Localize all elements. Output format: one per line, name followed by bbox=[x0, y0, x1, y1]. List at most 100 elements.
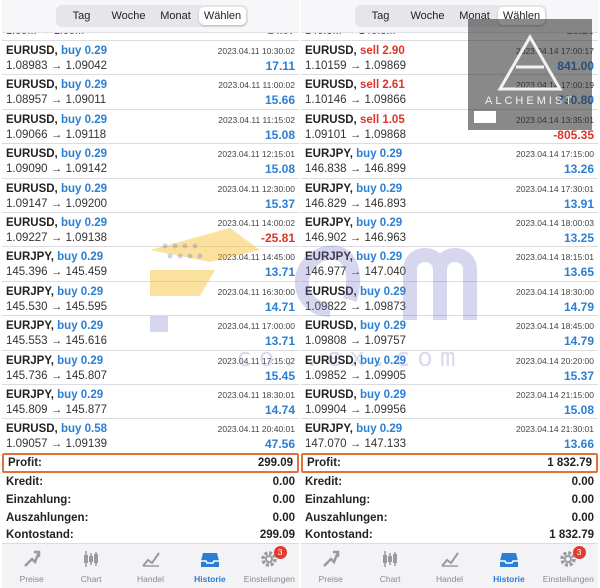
trade-row-partial[interactable]: 1.09... → 1.09... 14.07 bbox=[2, 33, 299, 41]
trade-side: buy 0.29 bbox=[356, 251, 403, 264]
trade-profit: 14.07 bbox=[267, 33, 295, 37]
symbol-name: EURUSD, bbox=[305, 45, 357, 57]
symbol-name: EURUSD, bbox=[6, 45, 58, 57]
trade-time: 2023.04.11 20:40:01 bbox=[217, 424, 295, 435]
summary-value: 0.00 bbox=[272, 476, 295, 488]
symbol-name: EURUSD, bbox=[6, 182, 58, 195]
nav-preise[interactable]: Preise bbox=[301, 544, 360, 588]
tab-wählen[interactable]: Wählen bbox=[199, 7, 246, 25]
symbol-name: EURUSD, bbox=[305, 113, 357, 126]
profit-row: Profit: 1 832.79 bbox=[301, 453, 598, 473]
trade-profit: 14.71 bbox=[264, 299, 295, 314]
trade-side: buy 0.29 bbox=[57, 320, 104, 333]
trade-row[interactable]: EURJPY, buy 0.29 2023.04.11 18:30:01 145.8… bbox=[2, 384, 299, 420]
trade-row[interactable]: EURJPY, buy 0.29 2023.04.14 17:15:00 146.8… bbox=[301, 144, 598, 179]
trade-row[interactable]: EURJPY, buy 0.29 2023.04.11 17:15:02 145.7… bbox=[2, 350, 299, 385]
nav-historie[interactable]: Historie bbox=[180, 544, 239, 588]
trade-row[interactable]: EURUSD, buy 0.29 2023.04.11 12:30:00 1.091… bbox=[2, 178, 299, 213]
trade-symbol: EURUSD, sell 1.05 bbox=[305, 114, 405, 126]
trade-prices: 1.09... → 1.09... bbox=[6, 33, 84, 37]
trade-profit: 15.66 bbox=[264, 93, 295, 108]
trade-time: 2023.04.14 18:15:01 bbox=[516, 252, 594, 263]
trade-profit: 15.45 bbox=[264, 368, 295, 383]
trade-side: buy 0.29 bbox=[60, 148, 107, 161]
symbol-name: EURJPY, bbox=[305, 216, 353, 229]
nav-handel[interactable]: Handel bbox=[420, 544, 479, 588]
trade-row[interactable]: EURUSD, buy 0.29 2023.04.11 10:30:02 1.089… bbox=[2, 41, 299, 76]
trade-symbol: EURUSD, buy 0.29 bbox=[305, 320, 406, 332]
trade-side: sell 2.90 bbox=[359, 45, 405, 57]
tab-woche[interactable]: Woche bbox=[404, 7, 451, 25]
trade-row[interactable]: EURUSD, buy 0.29 2023.04.14 20:20:00 1.098… bbox=[301, 350, 598, 385]
trade-row[interactable]: EURJPY, buy 0.29 2023.04.11 16:30:00 145.5… bbox=[2, 281, 299, 317]
trade-time: 2023.04.11 11:00:02 bbox=[218, 80, 295, 91]
trade-row[interactable]: EURUSD, buy 0.29 2023.04.14 21:15:00 1.099… bbox=[301, 384, 598, 420]
summary-value: 1 832.79 bbox=[547, 457, 592, 469]
trade-row[interactable]: EURJPY, buy 0.29 2023.04.14 18:15:01 146.9… bbox=[301, 247, 598, 282]
trade-time: 2023.04.14 17:30:01 bbox=[516, 183, 594, 194]
trade-row[interactable]: EURJPY, buy 0.29 2023.04.14 21:30:01 147.0… bbox=[301, 419, 598, 453]
trade-time: 2023.04.11 17:15:02 bbox=[217, 355, 295, 366]
trade-profit: 17.11 bbox=[265, 59, 295, 73]
tab-woche[interactable]: Woche bbox=[105, 7, 152, 25]
summary-label: Auszahlungen: bbox=[6, 511, 89, 524]
trade-row[interactable]: EURJPY, buy 0.29 2023.04.11 17:00:00 145.5… bbox=[2, 316, 299, 351]
trade-row[interactable]: EURJPY, buy 0.29 2023.04.14 17:30:01 146.8… bbox=[301, 178, 598, 213]
tab-tag[interactable]: Tag bbox=[357, 7, 404, 25]
trade-row[interactable]: EURUSD, buy 0.29 2023.04.11 12:15:01 1.090… bbox=[2, 144, 299, 179]
symbol-name: EURUSD, bbox=[6, 79, 58, 92]
trade-side: buy 0.29 bbox=[356, 182, 403, 195]
trade-prices: 146.8... → 146.8... bbox=[305, 33, 396, 37]
trade-time: 2023.04.11 18:30:01 bbox=[217, 389, 295, 400]
trade-side: sell 1.05 bbox=[359, 113, 405, 126]
trade-symbol: EURUSD, buy 0.58 bbox=[6, 423, 107, 435]
trade-row[interactable]: EURJPY, buy 0.29 2023.04.14 18:00:03 146.9… bbox=[301, 212, 598, 248]
trade-side: buy 0.29 bbox=[356, 148, 403, 161]
trade-profit: 13.66 bbox=[563, 437, 594, 452]
trade-time: 2023.04.14 17:15:00 bbox=[516, 149, 594, 160]
trade-side: buy 0.29 bbox=[359, 320, 406, 333]
trade-row[interactable]: EURJPY, buy 0.29 2023.04.11 14:45:00 145.3… bbox=[2, 247, 299, 282]
summary-value: 0.00 bbox=[272, 493, 295, 506]
trade-prices: 1.09147 → 1.09200 bbox=[6, 197, 108, 210]
trade-side: buy 0.29 bbox=[359, 354, 406, 367]
trade-symbol: EURUSD, buy 0.29 bbox=[6, 45, 107, 57]
trade-symbol: EURUSD, buy 0.29 bbox=[6, 114, 107, 126]
trade-time: 2023.04.11 12:15:01 bbox=[217, 149, 295, 160]
nav-einstellungen[interactable]: 3 Einstellungen bbox=[240, 544, 299, 588]
notification-badge: 3 bbox=[572, 546, 586, 559]
summary-label: Profit: bbox=[8, 457, 42, 469]
trade-row[interactable]: EURUSD, buy 0.29 2023.04.11 11:00:02 1.089… bbox=[2, 75, 299, 110]
bottom-nav: Preise Chart Handel Historie 3 Einstellungen bbox=[2, 543, 299, 588]
tab-tag[interactable]: Tag bbox=[58, 7, 105, 25]
trade-time: 2023.04.14 18:30:00 bbox=[516, 286, 594, 297]
summary-label: Einzahlung: bbox=[305, 493, 371, 506]
trade-row[interactable]: EURUSD, buy 0.29 2023.04.14 18:30:00 1.098… bbox=[301, 281, 598, 317]
nav-chart[interactable]: Chart bbox=[360, 544, 419, 588]
nav-chart[interactable]: Chart bbox=[61, 544, 120, 588]
symbol-name: EURJPY, bbox=[305, 423, 353, 436]
trade-time: 2023.04.11 14:45:00 bbox=[217, 252, 295, 263]
tab-monat[interactable]: Monat bbox=[152, 7, 199, 25]
trade-row[interactable]: EURUSD, buy 0.29 2023.04.14 18:45:00 1.098… bbox=[301, 316, 598, 351]
trade-symbol: EURUSD, sell 2.61 bbox=[305, 79, 405, 91]
trade-time: 2023.04.14 18:00:03 bbox=[516, 217, 594, 228]
trade-list[interactable]: 1.09... → 1.09... 14.07 EURUSD, buy 0.29 20… bbox=[2, 33, 299, 453]
summary-row: Auszahlungen: 0.00 bbox=[301, 509, 598, 527]
trade-prices: 146.902 → 146.963 bbox=[305, 231, 407, 244]
nav-historie[interactable]: Historie bbox=[479, 544, 538, 588]
trade-prices: 1.08983 → 1.09042 bbox=[6, 60, 108, 72]
trade-row[interactable]: EURUSD, buy 0.29 2023.04.11 11:15:02 1.090… bbox=[2, 109, 299, 145]
trade-row[interactable]: EURUSD, buy 0.29 2023.04.11 14:00:02 1.092… bbox=[2, 212, 299, 248]
trade-row[interactable]: EURUSD, buy 0.58 2023.04.11 20:40:01 1.090… bbox=[2, 419, 299, 453]
nav-preise[interactable]: Preise bbox=[2, 544, 61, 588]
nav-handel[interactable]: Handel bbox=[121, 544, 180, 588]
trade-prices: 1.09227 → 1.09138 bbox=[6, 231, 108, 244]
nav-einstellungen[interactable]: 3 Einstellungen bbox=[539, 544, 598, 588]
nav-label: Historie bbox=[194, 574, 226, 584]
trade-prices: 145.736 → 145.807 bbox=[6, 369, 108, 382]
symbol-name: EURJPY, bbox=[6, 251, 54, 264]
trade-side: buy 0.29 bbox=[356, 216, 403, 229]
trade-time: 2023.04.14 21:15:00 bbox=[516, 389, 594, 400]
trade-prices: 1.09852 → 1.09905 bbox=[305, 369, 407, 382]
